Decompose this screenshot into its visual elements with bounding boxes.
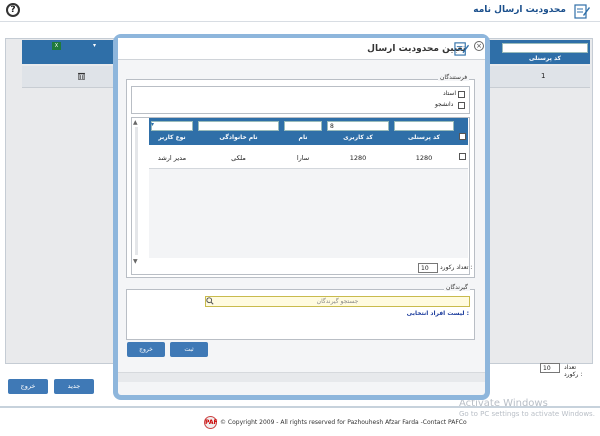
filter-personnel-code[interactable] [394,121,454,131]
user-type-box [131,86,470,114]
trash-icon[interactable] [78,72,85,80]
edit-document-icon [574,4,590,19]
teacher-checkbox[interactable] [458,91,465,98]
activation-watermark-subtitle: Go to PC settings to activate Windows. [459,410,595,418]
background-row-value: 1 [541,72,546,80]
cell-personnel-code: 1280 [415,154,433,162]
filter-user-type[interactable] [151,121,193,131]
dialog-pager-select[interactable]: 10 [418,263,438,273]
background-pager: 10 تعداد رکورد : [540,363,592,378]
select-all-checkbox[interactable] [459,133,466,140]
grid-scroll-up[interactable]: ▲ [133,119,141,126]
submit-button[interactable]: ثبت [170,342,208,357]
column-first-name[interactable]: نام [284,134,322,141]
background-column-toggle[interactable]: ▾ [93,42,99,49]
company-logo: PAF [204,416,218,429]
grid-scrollbar-track[interactable] [135,127,138,255]
cell-last-name: ملکی [231,154,246,162]
student-checkbox[interactable] [458,102,465,109]
dialog-title: تعیین محدودیت ارسال [367,44,466,54]
background-pager-select[interactable]: 10 [540,363,560,373]
search-placeholder: جستجو گیرندگان [316,298,359,305]
filter-last-name[interactable] [198,121,279,131]
dialog-footer-strip [118,372,485,382]
selected-people-label: لیست افراد انتخابی : [406,310,469,317]
search-icon [206,297,214,305]
row-checkbox[interactable] [459,153,466,160]
senders-legend: فرستندگان [438,74,470,81]
column-last-name[interactable]: نام خانوادگی [198,134,279,141]
background-new-button[interactable]: جدید [54,379,94,394]
cell-user-type: مدیر ارشد [157,154,187,162]
excel-icon[interactable]: X [52,42,61,50]
student-label: دانشجو [435,101,454,108]
search-input[interactable]: جستجو گیرندگان [205,296,470,307]
help-icon[interactable]: ? [6,3,20,17]
background-filter-input[interactable] [502,43,588,53]
exit-button[interactable]: خروج [127,342,165,357]
page-title: محدودیت ارسال نامه [473,5,566,15]
column-user-type[interactable]: نوع کاربر [151,134,193,141]
receivers-legend: گیرندگان [444,284,470,291]
background-pager-label: تعداد رکورد : [564,364,583,378]
dialog-edit-icon [454,42,469,56]
column-toggle[interactable]: ▾ [151,122,156,128]
background-exit-button[interactable]: خروج [8,379,48,394]
cell-first-name: سارا [296,154,310,162]
filter-first-name[interactable] [284,121,322,131]
teacher-label: استاد [443,90,457,97]
close-icon[interactable]: × [474,41,484,51]
dialog-pager-label: تعداد رکورد : [440,264,473,271]
column-personnel-code[interactable]: کد پرسنلی [394,134,454,141]
background-column-header: کد پرسنلی [529,55,561,62]
footer-copyright: © Copyright 2009 - All rights reserved f… [220,419,467,426]
grid-scroll-down[interactable]: ▼ [133,258,141,265]
cell-user-code: 1280 [349,154,367,162]
column-user-code[interactable]: کد کاربری [327,134,389,141]
filter-user-code[interactable]: 8 [327,121,389,131]
